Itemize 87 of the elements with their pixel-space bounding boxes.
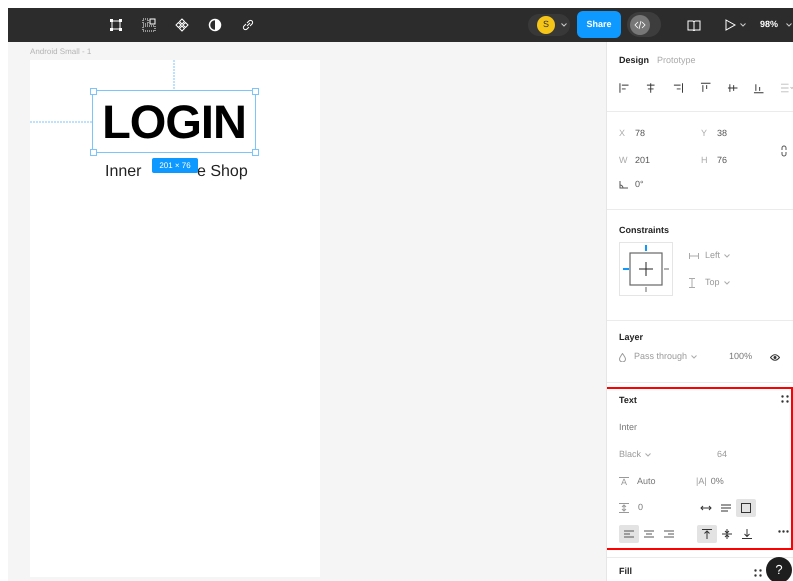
paragraph-spacing-icon bbox=[619, 503, 629, 513]
field-label: H bbox=[701, 154, 708, 167]
dropdown[interactable]: Black bbox=[619, 448, 642, 462]
field-label: X bbox=[619, 126, 626, 140]
resize-handle[interactable] bbox=[90, 88, 97, 95]
fixed-size-button[interactable] bbox=[736, 499, 756, 517]
component-icon bbox=[175, 18, 189, 32]
frame-tool[interactable] bbox=[109, 18, 123, 32]
panel-tab[interactable]: Design bbox=[619, 54, 650, 68]
align-middle-icon bbox=[721, 529, 733, 539]
align-top-button[interactable] bbox=[697, 525, 717, 543]
text-align-left-button[interactable] bbox=[619, 525, 639, 543]
text-align-center-icon bbox=[643, 529, 655, 539]
styles-icon[interactable] bbox=[754, 569, 762, 577]
frame-icon bbox=[109, 18, 123, 32]
play-icon[interactable] bbox=[724, 19, 736, 31]
link-icon bbox=[241, 18, 255, 32]
visibility-icon[interactable] bbox=[770, 354, 780, 360]
guide-line bbox=[30, 121, 93, 123]
fixed-size-icon bbox=[740, 503, 752, 513]
link-tool[interactable] bbox=[241, 18, 255, 32]
number-field[interactable]: 76 bbox=[717, 154, 728, 168]
size-badge: 201 × 76 bbox=[152, 158, 198, 173]
contrast-icon bbox=[208, 18, 222, 32]
horizontal-constraint-icon bbox=[689, 252, 699, 258]
code-icon bbox=[630, 14, 650, 34]
field-label: W bbox=[619, 154, 628, 167]
login-heading[interactable]: LOGIN bbox=[93, 91, 255, 152]
rotation-icon bbox=[619, 181, 628, 189]
caret-icon[interactable] bbox=[740, 23, 746, 27]
guide-line bbox=[173, 60, 175, 91]
share-button[interactable]: Share bbox=[577, 11, 621, 38]
number-field[interactable]: 100% bbox=[729, 350, 752, 364]
user-menu-button[interactable]: S bbox=[528, 14, 570, 36]
zoom-level[interactable]: 98% bbox=[760, 18, 778, 32]
dropdown[interactable]: Top bbox=[705, 276, 720, 290]
section-title: Fill bbox=[619, 565, 632, 578]
number-field[interactable]: 38 bbox=[717, 126, 728, 140]
constraints-widget[interactable] bbox=[619, 242, 673, 296]
dropdown[interactable]: Pass through bbox=[634, 350, 688, 364]
vertical-constraint-icon bbox=[689, 278, 695, 288]
contrast-tool[interactable] bbox=[208, 18, 222, 32]
number-field[interactable]: Auto bbox=[637, 475, 696, 489]
field-label: Y bbox=[701, 126, 708, 140]
number-field[interactable]: 64 bbox=[717, 448, 728, 462]
line-height-label: A bbox=[619, 477, 629, 487]
letter-spacing-label: |A| bbox=[696, 475, 707, 488]
align-top-icon[interactable] bbox=[700, 82, 712, 94]
caret-icon bbox=[561, 23, 567, 27]
align-center-icon[interactable] bbox=[645, 82, 657, 94]
align-bottom-icon[interactable] bbox=[753, 82, 765, 94]
font-dropdown[interactable]: Inter bbox=[619, 421, 638, 435]
section-title: Layer bbox=[619, 331, 644, 344]
number-field[interactable]: 0 bbox=[638, 501, 696, 515]
layout-grid-icon bbox=[142, 18, 156, 32]
dropdown[interactable]: Left bbox=[705, 248, 720, 262]
text-align-right-icon bbox=[663, 529, 675, 539]
align-top-icon bbox=[701, 529, 713, 539]
number-field[interactable]: 78 bbox=[635, 126, 646, 140]
more-icon[interactable] bbox=[778, 530, 789, 533]
constrain-proportions-icon[interactable] bbox=[781, 145, 787, 157]
component-tool[interactable] bbox=[175, 18, 189, 32]
resize-handle[interactable] bbox=[252, 88, 259, 95]
auto-width-icon bbox=[700, 503, 712, 513]
section-title: Constraints bbox=[619, 224, 670, 237]
number-field[interactable]: 201 bbox=[635, 154, 650, 168]
align-right-icon[interactable] bbox=[672, 82, 684, 94]
user-avatar: S bbox=[537, 16, 555, 34]
align-left-icon[interactable] bbox=[619, 82, 630, 94]
resize-handle[interactable] bbox=[90, 149, 97, 156]
section-title: Text bbox=[619, 394, 637, 408]
blend-mode-icon bbox=[619, 352, 626, 362]
subtitle-text: Inner bbox=[105, 162, 142, 182]
number-field[interactable]: 0° bbox=[635, 178, 644, 192]
number-field[interactable]: 0% bbox=[710, 475, 724, 489]
layout-grid-tool[interactable] bbox=[142, 18, 156, 32]
dev-mode-toggle[interactable] bbox=[627, 12, 661, 37]
align-bottom-icon bbox=[741, 529, 753, 539]
align-middle-icon[interactable] bbox=[726, 82, 738, 94]
subtitle-text: e Shop bbox=[197, 162, 248, 182]
text-align-left-icon bbox=[623, 529, 635, 539]
caret-icon[interactable] bbox=[786, 23, 792, 27]
resize-handle[interactable] bbox=[252, 149, 259, 156]
auto-height-icon bbox=[720, 503, 732, 513]
styles-icon[interactable] bbox=[781, 395, 789, 403]
book-icon[interactable] bbox=[687, 19, 701, 31]
help-button[interactable]: ? bbox=[766, 557, 792, 581]
